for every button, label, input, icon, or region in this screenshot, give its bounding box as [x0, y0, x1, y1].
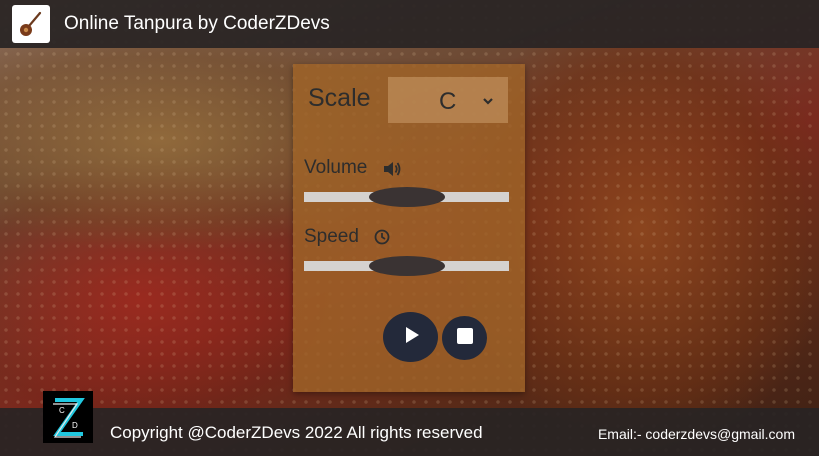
stop-button[interactable] — [442, 316, 487, 360]
volume-slider-thumb[interactable] — [368, 187, 445, 207]
coderzdevs-logo: C D — [43, 391, 93, 443]
copyright-text: Copyright @CoderZDevs 2022 All rights re… — [110, 423, 483, 442]
stop-icon — [456, 327, 474, 350]
sitar-icon[interactable] — [12, 5, 50, 43]
email-text[interactable]: Email:- coderzdevs@gmail.com — [598, 426, 795, 442]
scale-label: Scale — [308, 84, 371, 112]
svg-text:D: D — [72, 421, 78, 430]
volume-slider[interactable] — [304, 187, 509, 207]
control-panel: Scale C Volume Speed — [293, 64, 525, 392]
speed-label: Speed — [304, 226, 359, 247]
play-button[interactable] — [383, 312, 438, 362]
chevron-down-icon — [482, 93, 494, 111]
volume-label: Volume — [304, 157, 368, 178]
speed-slider-thumb[interactable] — [368, 256, 445, 276]
app-header: Online Tanpura by CoderZDevs — [0, 0, 819, 48]
svg-text:C: C — [59, 406, 65, 415]
scale-select[interactable]: C — [388, 77, 508, 123]
clock-icon — [373, 228, 391, 251]
app-title: Online Tanpura by CoderZDevs — [64, 13, 330, 34]
speaker-icon — [382, 160, 402, 183]
speed-slider[interactable] — [304, 256, 509, 276]
play-icon — [401, 325, 421, 350]
scale-value: C — [439, 88, 457, 115]
